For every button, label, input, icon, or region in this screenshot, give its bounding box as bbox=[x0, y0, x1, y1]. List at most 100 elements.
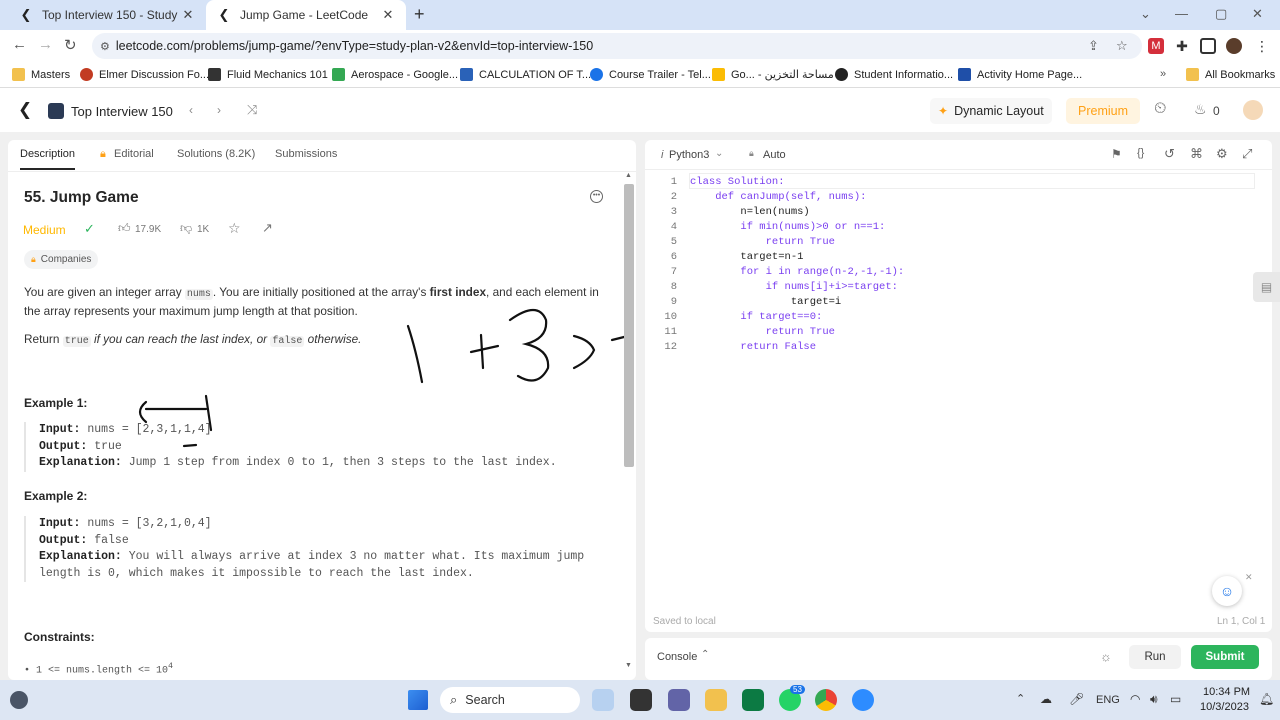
code-area[interactable]: 1 2 3 4 5 6 7 8 9 10 11 12 class Solutio… bbox=[645, 176, 1265, 376]
value: nums = [2,3,1,1,4] bbox=[87, 423, 212, 436]
task-view-icon[interactable] bbox=[630, 689, 652, 711]
line-number: 10 bbox=[664, 311, 677, 323]
bookmark[interactable]: Go... - مساحة التخزين bbox=[712, 68, 834, 81]
extension-icon[interactable]: M bbox=[1148, 38, 1164, 54]
label: Input: bbox=[39, 517, 81, 530]
close-tab-icon[interactable]: ✕ bbox=[180, 7, 196, 23]
feedback-chat-icon[interactable]: ☺ bbox=[1212, 576, 1242, 606]
close-tab-icon[interactable]: ✕ bbox=[380, 7, 396, 23]
format-braces-icon[interactable]: {} bbox=[1137, 147, 1144, 159]
browser-tab-study-plan[interactable]: ❮ Top Interview 150 - Study Plan - ✕ bbox=[8, 0, 206, 30]
bookmark[interactable]: Elmer Discussion Fo... bbox=[80, 68, 209, 81]
value: You will always arrive at index 3 no mat… bbox=[128, 550, 585, 563]
teams-icon[interactable] bbox=[668, 689, 690, 711]
streak-fire-icon[interactable]: ♨ bbox=[1194, 101, 1207, 118]
scrollbar-thumb[interactable] bbox=[624, 184, 634, 467]
cloud-icon[interactable]: ☁ bbox=[1040, 692, 1052, 706]
google-drive-icon bbox=[712, 68, 725, 81]
submit-button[interactable]: Submit bbox=[1191, 645, 1259, 669]
close-feedback-icon[interactable]: ✕ bbox=[1245, 572, 1253, 583]
tab-search-icon[interactable]: ⌄ bbox=[1140, 6, 1151, 22]
problem-list-title[interactable]: Top Interview 150 bbox=[71, 104, 173, 119]
example1-title: Example 1: bbox=[24, 396, 88, 410]
zoom-icon[interactable] bbox=[852, 689, 874, 711]
bookmark[interactable]: Activity Home Page... bbox=[958, 68, 1082, 81]
side-notes-icon[interactable]: ▤ bbox=[1253, 272, 1280, 302]
value: length is 0, which makes it impossible t… bbox=[39, 566, 474, 580]
chevron-down-icon[interactable]: ⌄ bbox=[715, 148, 723, 159]
chevron-up-icon[interactable]: ⌃ bbox=[1016, 692, 1025, 705]
reset-icon[interactable]: ↺ bbox=[1164, 146, 1175, 162]
maximize-icon[interactable]: ▢ bbox=[1215, 6, 1227, 22]
clock-date[interactable]: 10/3/2023 bbox=[1200, 701, 1249, 713]
shortcut-icon[interactable]: ⌘ bbox=[1190, 146, 1203, 162]
chevron-up-icon[interactable]: ⌃ bbox=[701, 649, 709, 660]
prev-problem-icon[interactable]: ‹ bbox=[189, 103, 193, 117]
dynamic-layout-button[interactable]: ✦ Dynamic Layout bbox=[930, 98, 1052, 124]
bookmark[interactable]: CALCULATION OF T... bbox=[460, 68, 591, 81]
bookmark-label: Course Trailer - Tel... bbox=[609, 68, 711, 81]
bookmark[interactable]: Fluid Mechanics 101 bbox=[208, 68, 328, 81]
volume-icon[interactable]: 🔊︎ bbox=[1150, 692, 1158, 707]
more-bookmarks-icon[interactable]: » bbox=[1160, 68, 1166, 80]
bookmark[interactable]: Student Informatio... bbox=[835, 68, 953, 81]
bookmark-star-icon[interactable]: ☆ bbox=[1116, 38, 1128, 54]
language-select[interactable]: Python3 bbox=[669, 149, 709, 161]
console-toggle[interactable]: Console bbox=[657, 651, 697, 663]
scroll-down-icon[interactable]: ▼ bbox=[625, 662, 632, 669]
bookmark[interactable]: Course Trailer - Tel... bbox=[590, 68, 711, 81]
debug-bug-icon[interactable]: ☼ bbox=[1100, 649, 1112, 664]
windows-start-icon[interactable] bbox=[408, 690, 428, 710]
notification-bell-icon[interactable]: 🔔︎ bbox=[1259, 692, 1274, 706]
chrome-menu-icon[interactable]: ⋮ bbox=[1254, 38, 1270, 54]
constraints-title: Constraints: bbox=[24, 630, 95, 644]
weather-widget-icon[interactable] bbox=[10, 691, 28, 709]
excel-icon[interactable] bbox=[742, 689, 764, 711]
lock-icon: 🔒︎ bbox=[749, 148, 754, 158]
back-icon[interactable]: ← bbox=[12, 36, 27, 53]
minimize-icon[interactable]: — bbox=[1175, 6, 1188, 21]
scroll-up-icon[interactable]: ▲ bbox=[625, 172, 632, 179]
bookmark[interactable]: Aerospace - Google... bbox=[332, 68, 458, 81]
cursor-position: Ln 1, Col 1 bbox=[1217, 616, 1266, 627]
bookmark-icon[interactable]: ⚑ bbox=[1111, 147, 1122, 161]
shuffle-icon[interactable]: ⤨ bbox=[247, 102, 257, 118]
premium-button[interactable]: Premium bbox=[1066, 98, 1141, 124]
user-avatar[interactable] bbox=[1243, 100, 1263, 120]
taskbar-search[interactable]: ⌕ Search bbox=[440, 687, 580, 713]
file-explorer-icon[interactable] bbox=[705, 689, 727, 711]
chrome-icon[interactable] bbox=[815, 689, 837, 711]
bookmark-folder[interactable]: Masters bbox=[12, 68, 70, 81]
address-bar[interactable]: ⚙ leetcode.com/problems/jump-game/?envTy… bbox=[92, 33, 1142, 59]
microphone-icon[interactable]: 🎤︎ bbox=[1069, 692, 1084, 706]
profile-avatar[interactable] bbox=[1226, 38, 1242, 54]
saved-status: Saved to local bbox=[653, 616, 716, 627]
taskbar-app-icon[interactable] bbox=[592, 689, 614, 711]
side-panel-icon[interactable] bbox=[1200, 38, 1216, 54]
reload-icon[interactable]: ↻ bbox=[64, 36, 77, 54]
clock-time[interactable]: 10:34 PM bbox=[1203, 686, 1250, 698]
close-window-icon[interactable]: ✕ bbox=[1252, 6, 1263, 22]
new-tab-button[interactable]: + bbox=[414, 4, 425, 25]
battery-icon[interactable]: ▭ bbox=[1170, 692, 1181, 706]
forward-icon[interactable]: → bbox=[38, 36, 53, 53]
example1-block: Input: nums = [2,3,1,1,4] Output: true E… bbox=[24, 422, 604, 472]
fullscreen-icon[interactable]: ⤢ bbox=[1242, 146, 1252, 162]
code-line: return False bbox=[690, 341, 817, 353]
share-icon[interactable]: ⇪ bbox=[1088, 38, 1099, 54]
language-indicator[interactable]: ENG bbox=[1096, 694, 1120, 706]
run-button[interactable]: Run bbox=[1129, 645, 1181, 669]
autocomplete-mode[interactable]: Auto bbox=[763, 149, 786, 161]
code-line: if target==0: bbox=[690, 311, 823, 323]
leetcode-logo-icon[interactable]: ❮ bbox=[18, 100, 32, 120]
all-bookmarks-folder[interactable]: All Bookmarks bbox=[1186, 68, 1275, 81]
extensions-puzzle-icon[interactable]: ✚ bbox=[1174, 38, 1190, 54]
wifi-icon[interactable]: ◠ bbox=[1130, 692, 1140, 706]
browser-tab-jump-game[interactable]: ❮ Jump Game - LeetCode ✕ bbox=[206, 0, 406, 30]
next-problem-icon[interactable]: › bbox=[217, 103, 221, 117]
site-info-icon[interactable]: ⚙ bbox=[100, 40, 110, 53]
line-number: 12 bbox=[664, 341, 677, 353]
timer-icon[interactable]: ⏲ bbox=[1154, 100, 1166, 118]
browser-toolbar: ← → ↻ ⚙ leetcode.com/problems/jump-game/… bbox=[0, 30, 1280, 62]
settings-gear-icon[interactable]: ⚙ bbox=[1216, 146, 1228, 162]
